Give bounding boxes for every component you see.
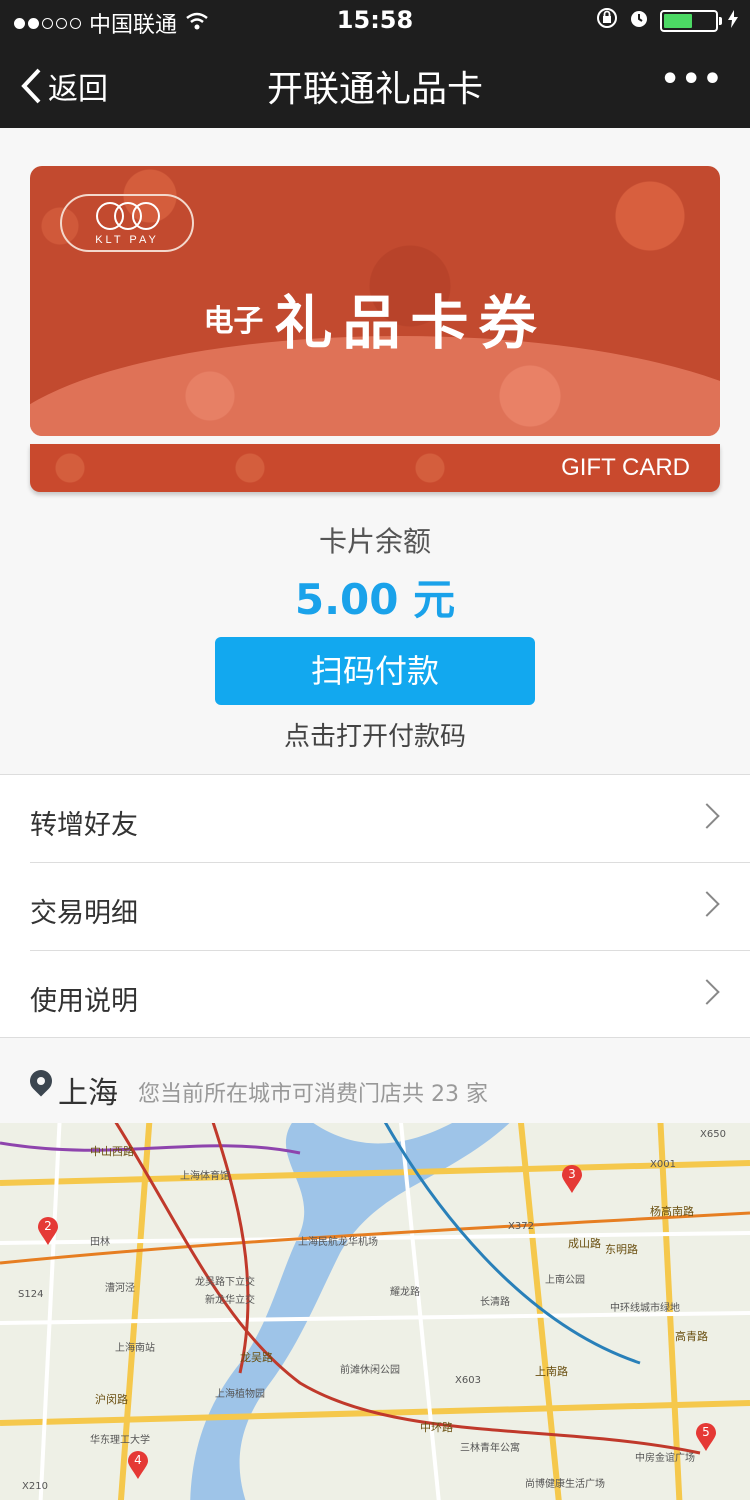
map-place-label: 尚博健康生活广场 — [525, 1479, 605, 1490]
balance-label: 卡片余额 — [318, 525, 431, 558]
orientation-lock-icon — [596, 7, 618, 35]
menu-item-transactions[interactable]: 交易明细 — [0, 863, 750, 951]
map-place-label: 上海体育馆 — [180, 1171, 230, 1182]
card-title: 电子 礼品卡券 — [30, 276, 720, 360]
battery-icon — [660, 10, 722, 32]
road-label: 中环路 — [420, 1421, 453, 1434]
map-place-label: 田林 — [90, 1237, 110, 1248]
location-pin-icon — [25, 1065, 57, 1097]
map-place-label: 三林青年公寓 — [460, 1443, 520, 1454]
map-place-label: 耀龙路 — [390, 1287, 420, 1298]
menu-item-transfer[interactable]: 转增好友 — [0, 775, 750, 863]
marker-number: 3 — [568, 1167, 576, 1181]
marker-number: 2 — [44, 1219, 52, 1233]
store-marker[interactable]: 3 — [562, 1165, 582, 1193]
scan-pay-button[interactable]: 扫码付款 — [215, 637, 535, 705]
page-title: 开联通礼品卡 — [266, 69, 483, 110]
road-code-label: X001 — [650, 1159, 676, 1170]
map-place-label: 上南公园 — [545, 1275, 585, 1286]
map-place-label: 漕河泾 — [105, 1283, 135, 1294]
location-bar: 上海 您当前所在城市可消费门店共 23 家 — [0, 1038, 750, 1124]
status-right — [596, 7, 738, 35]
marker-number: 5 — [702, 1425, 710, 1439]
map-place-label: 前滩休闲公园 — [340, 1365, 400, 1376]
card-title-big: 礼品卡券 — [274, 289, 547, 357]
road-label: 高青路 — [675, 1330, 708, 1343]
menu-list: 转增好友 交易明细 使用说明 — [0, 774, 750, 1038]
road-label: 东明路 — [605, 1243, 638, 1256]
map-place-label: 中环线城市绿地 — [610, 1303, 680, 1314]
gift-card-strip: GIFT CARD — [30, 444, 720, 492]
map-place-label: 长清路 — [480, 1297, 510, 1308]
marker-number: 4 — [134, 1453, 142, 1467]
map-place-label: 中房金谊广场 — [635, 1453, 695, 1464]
city-label[interactable]: 上海 — [58, 1068, 118, 1112]
store-marker[interactable]: 5 — [696, 1423, 716, 1451]
road-label: 沪闵路 — [95, 1393, 128, 1406]
menu-item-label: 转增好友 — [30, 810, 138, 841]
navigation-bar: 返回 开联通礼品卡 ••• — [0, 42, 750, 128]
gift-card-face: KLT PAY 电子 礼品卡券 — [30, 166, 720, 436]
store-marker[interactable]: 4 — [128, 1451, 148, 1479]
map-place-label: 华东理工大学 — [90, 1435, 150, 1446]
map-place-label: 上海民航龙华机场 — [298, 1237, 378, 1248]
status-bar: 中国联通 15:58 — [0, 0, 750, 42]
alarm-icon — [628, 7, 650, 35]
menu-item-label: 交易明细 — [30, 898, 138, 929]
store-map[interactable]: 中山西路 上海体育馆 田林 漕河泾 龙吴路下立交 新龙华立交 上海南站 上海植物… — [0, 1123, 750, 1500]
menu-item-instructions[interactable]: 使用说明 — [0, 951, 750, 1039]
more-menu-button[interactable]: ••• — [660, 62, 724, 97]
map-place-label: 上海植物园 — [215, 1389, 265, 1400]
chevron-right-icon — [694, 803, 720, 829]
gift-card-label: GIFT CARD — [561, 454, 690, 481]
road-label: 龙吴路 — [240, 1351, 273, 1364]
map-place-label: 新龙华立交 — [205, 1295, 255, 1306]
store-count-text: 您当前所在城市可消费门店共 23 家 — [138, 1082, 488, 1107]
road-label: 中山西路 — [90, 1145, 134, 1158]
logo-text: KLT PAY — [95, 234, 159, 246]
gift-card-image: KLT PAY 电子 礼品卡券 GIFT CARD — [30, 166, 720, 492]
map-place-label: 龙吴路下立交 — [195, 1277, 255, 1288]
charging-icon — [728, 9, 738, 34]
map-place-label: 上海南站 — [115, 1343, 155, 1354]
road-code-label: X210 — [22, 1481, 48, 1492]
road-code-label: X650 — [700, 1129, 726, 1140]
chevron-right-icon — [694, 979, 720, 1005]
road-label: 成山路 — [568, 1237, 601, 1250]
road-code-label: X372 — [508, 1221, 534, 1232]
klt-pay-logo: KLT PAY — [60, 194, 194, 252]
menu-item-label: 使用说明 — [30, 986, 138, 1017]
card-title-small: 电子 — [203, 304, 264, 339]
store-marker[interactable]: 2 — [38, 1217, 58, 1245]
road-code-label: S124 — [18, 1289, 44, 1300]
road-code-label: X603 — [455, 1375, 481, 1386]
road-label: 上南路 — [535, 1365, 568, 1378]
balance-amount: 5.00 元 — [294, 575, 456, 624]
scan-pay-hint: 点击打开付款码 — [283, 722, 466, 752]
road-label: 杨高南路 — [650, 1205, 694, 1218]
chevron-right-icon — [694, 891, 720, 917]
